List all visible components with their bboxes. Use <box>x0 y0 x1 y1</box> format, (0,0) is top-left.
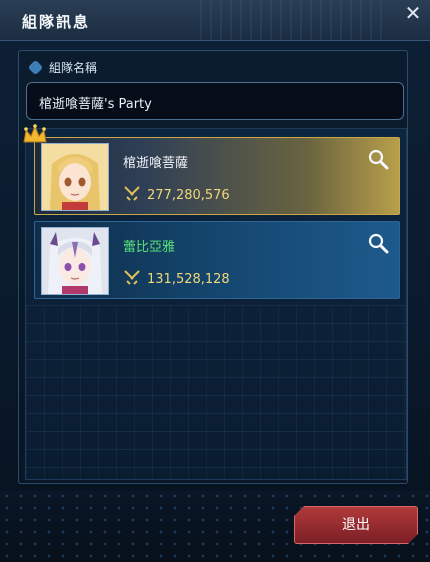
party-name-label-text: 組隊名稱 <box>49 61 98 75</box>
search-icon[interactable] <box>367 148 389 170</box>
party-name-label: 組隊名稱 <box>27 59 98 76</box>
member-list-empty-area <box>26 305 406 479</box>
member-name: 棺逝喰菩薩 <box>123 156 189 171</box>
member-list: 棺逝喰菩薩 277,280,576 蕾比亞雅 131,528,128 <box>25 128 407 480</box>
avatar <box>41 143 109 211</box>
party-name-field: 棺逝喰菩薩's Party <box>26 82 404 120</box>
avatar-blonde-character-icon <box>42 144 108 210</box>
member-row[interactable]: 蕾比亞雅 131,528,128 <box>34 221 400 299</box>
window-title: 組隊訊息 <box>22 13 91 31</box>
exit-button[interactable]: 退出 <box>294 506 418 544</box>
member-power: 131,528,128 <box>123 270 230 287</box>
party-name-value: 棺逝喰菩薩's Party <box>39 97 152 112</box>
member-power-value: 131,528,128 <box>147 272 230 287</box>
member-name: 蕾比亞雅 <box>123 240 176 255</box>
avatar <box>41 227 109 295</box>
crossed-swords-icon <box>124 270 140 285</box>
avatar-silver-character-icon <box>42 228 108 294</box>
title-decoration <box>200 0 390 40</box>
member-row-leader[interactable]: 棺逝喰菩薩 277,280,576 <box>34 137 400 215</box>
crossed-swords-icon <box>124 186 140 201</box>
bullet-icon <box>27 59 44 76</box>
party-info-window: 組隊訊息 ✕ 組隊名稱 棺逝喰菩薩's Party 棺逝喰菩薩 277,280,… <box>0 0 430 562</box>
search-icon[interactable] <box>367 232 389 254</box>
title-bar: 組隊訊息 ✕ <box>0 0 430 41</box>
member-power-value: 277,280,576 <box>147 188 230 203</box>
member-power: 277,280,576 <box>123 186 230 203</box>
close-icon[interactable]: ✕ <box>402 2 424 24</box>
crown-icon <box>22 124 48 144</box>
